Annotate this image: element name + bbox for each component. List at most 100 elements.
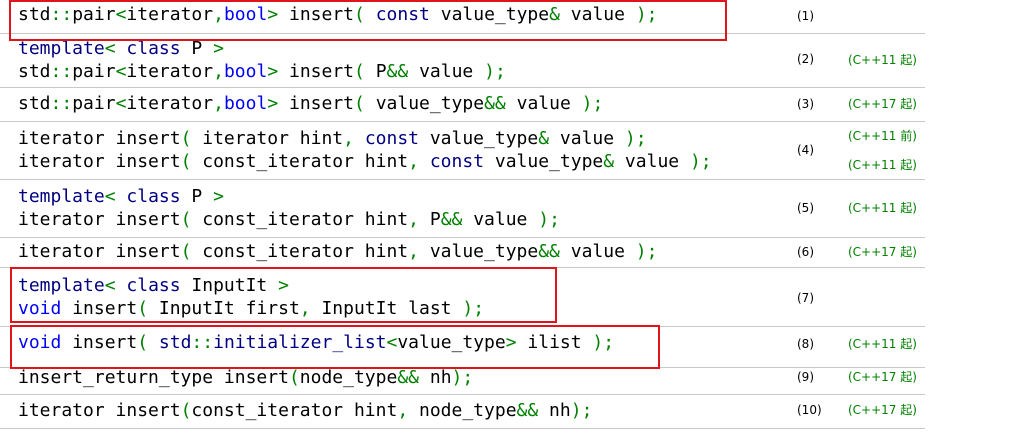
code-token: ): [624, 128, 636, 149]
code-token: const_iterator hint: [191, 400, 398, 421]
code-token: <: [115, 61, 127, 82]
code-line: iterator insert( const_iterator hint, va…: [18, 240, 657, 263]
code-signature: insert_return_type insert(node_type&& nh…: [18, 366, 473, 389]
code-token: template: [18, 38, 105, 59]
code-token: ,: [213, 4, 224, 25]
code-token: iterator: [126, 93, 214, 114]
code-line: template< class P >: [18, 185, 560, 208]
overload-number: (9): [797, 370, 814, 384]
code-token: ,: [343, 128, 354, 149]
overload-row: void insert( std::initializer_list<value…: [0, 326, 925, 368]
code-line: iterator insert( iterator hint, const va…: [18, 127, 712, 150]
version-note: (C++11 起): [848, 53, 917, 67]
overload-row: iterator insert( const_iterator hint, va…: [0, 237, 925, 268]
code-token: (: [354, 4, 365, 25]
code-token: template: [18, 186, 105, 207]
code-token: template: [18, 275, 105, 296]
code-token: insert_return_type insert: [18, 367, 289, 388]
code-token: pair: [72, 61, 116, 82]
version-note: (C++17 起): [848, 403, 917, 417]
code-token: ,: [299, 298, 311, 319]
overload-number: (5): [797, 201, 814, 215]
code-token: &: [538, 128, 550, 149]
code-line: iterator insert(const_iterator hint, nod…: [18, 399, 592, 422]
code-token: std: [158, 332, 192, 353]
code-token: const: [429, 151, 485, 172]
code-token: ;: [581, 400, 593, 421]
overload-row: template< class P > std::pair<iterator,bo…: [0, 33, 925, 88]
code-token: ;: [646, 4, 658, 25]
code-token: value: [614, 151, 690, 172]
code-token: value: [505, 93, 582, 114]
code-token: ): [451, 367, 463, 388]
code-token: ;: [592, 93, 604, 114]
code-signature: iterator insert( iterator hint, const va…: [18, 127, 712, 173]
code-token: (: [180, 400, 192, 421]
code-token: class: [126, 275, 181, 296]
code-token: nh: [538, 400, 571, 421]
code-token: InputIt last: [310, 298, 463, 319]
code-signature: std::pair<iterator,bool> insert( value_t…: [18, 92, 603, 115]
code-token: const: [364, 128, 419, 149]
code-token: initializer_list: [213, 332, 387, 353]
code-token: &&: [440, 209, 463, 230]
code-token: pair: [72, 93, 116, 114]
version-note: (C++11 起): [848, 337, 917, 351]
code-token: const: [375, 4, 430, 25]
code-token: ;: [549, 209, 560, 230]
version-note: (C++17 起): [848, 370, 917, 384]
code-token: value: [549, 128, 625, 149]
code-line: std::pair<iterator,bool> insert( const v…: [18, 3, 658, 26]
code-token: ;: [603, 332, 615, 353]
code-token: ::: [191, 332, 214, 353]
code-token: const_iterator hint: [191, 151, 409, 172]
overload-row: template< class InputIt > void insert( In…: [0, 267, 925, 327]
code-token: iterator insert: [18, 209, 181, 230]
version-note: (C++11 起): [848, 201, 917, 215]
code-token: (: [180, 151, 192, 172]
code-token: ): [581, 93, 593, 114]
version-note: (C++17 起): [848, 97, 917, 111]
code-token: ::: [50, 4, 73, 25]
code-token: ): [635, 241, 647, 262]
code-token: >: [213, 38, 224, 59]
code-token: >: [267, 4, 279, 25]
version-note: (C++17 起): [848, 245, 917, 259]
code-token: >: [267, 93, 279, 114]
version-note: (C++11 前): [848, 129, 917, 143]
code-token: ,: [408, 209, 419, 230]
code-token: ,: [408, 151, 419, 172]
code-token: (: [288, 367, 300, 388]
code-line: iterator insert( const_iterator hint, P&…: [18, 208, 560, 231]
overload-number: (6): [797, 245, 814, 259]
code-token: ): [462, 298, 474, 319]
overload-number: (3): [797, 97, 814, 111]
code-line: insert_return_type insert(node_type&& nh…: [18, 366, 473, 389]
code-token: ;: [700, 151, 712, 172]
code-token: iterator insert: [18, 241, 181, 262]
code-token: &&: [538, 241, 560, 262]
code-signature: template< class InputIt > void insert( In…: [18, 274, 484, 320]
overload-row: insert_return_type insert(node_type&& nh…: [0, 367, 925, 395]
code-line: template< class P >: [18, 37, 506, 60]
code-token: ;: [646, 241, 658, 262]
code-token: ,: [213, 93, 224, 114]
overload-row: std::pair<iterator,bool> insert( const v…: [0, 0, 925, 34]
overload-number: (7): [797, 291, 814, 305]
code-token: ;: [494, 61, 506, 82]
code-token: value_type: [419, 241, 539, 262]
code-token: (: [354, 93, 365, 114]
code-token: (: [180, 241, 192, 262]
code-token: >: [278, 275, 289, 296]
code-token: iterator insert: [18, 128, 181, 149]
code-token: ,: [397, 400, 409, 421]
code-line: iterator insert( const_iterator hint, co…: [18, 150, 712, 173]
code-token: ): [570, 400, 582, 421]
code-line: template< class InputIt >: [18, 274, 484, 297]
code-signature: template< class P > std::pair<iterator,bo…: [18, 37, 506, 83]
code-token: value: [408, 61, 485, 82]
code-token: node_type: [299, 367, 398, 388]
code-token: ;: [473, 298, 485, 319]
code-token: value_type: [364, 93, 485, 114]
